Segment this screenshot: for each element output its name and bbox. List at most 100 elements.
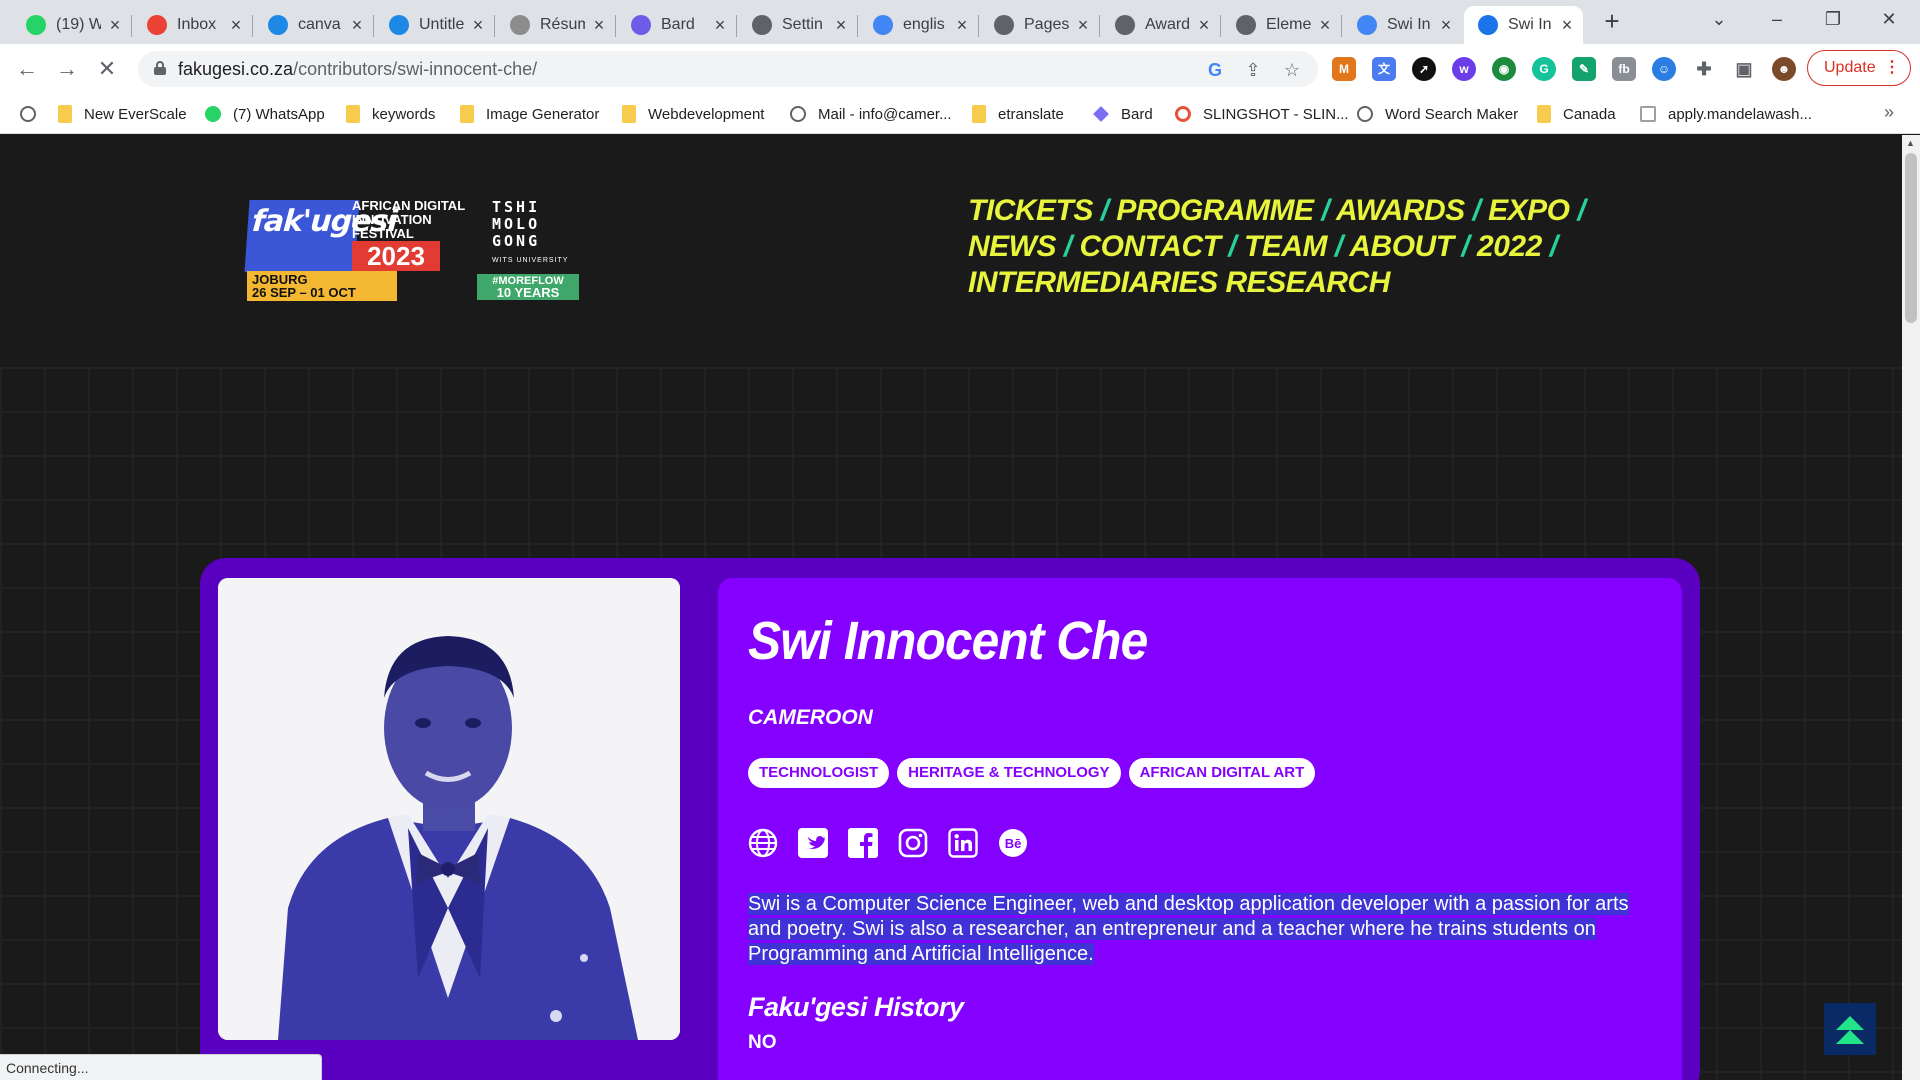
tab[interactable]: Pages × <box>980 6 1099 44</box>
share-icon[interactable]: ⇪ <box>1242 59 1264 81</box>
tab[interactable]: Settin × <box>738 6 857 44</box>
tab-close-icon[interactable]: × <box>833 15 849 36</box>
twitter-icon[interactable] <box>798 828 828 858</box>
tab[interactable]: Résum × <box>496 6 615 44</box>
tab-close-icon[interactable]: × <box>1075 15 1091 36</box>
google-lens-icon[interactable]: G <box>1204 59 1226 81</box>
metamask-extension-icon[interactable]: M <box>1332 57 1356 81</box>
tab-close-icon[interactable]: × <box>591 15 607 36</box>
category-tag[interactable]: AFRICAN DIGITAL ART <box>1128 758 1316 788</box>
tab-close-icon[interactable]: × <box>1559 15 1575 36</box>
tab-close-icon[interactable]: × <box>712 15 728 36</box>
tab[interactable]: Swi In × <box>1343 6 1462 44</box>
tab-close-icon[interactable]: × <box>107 15 123 36</box>
tab-close-icon[interactable]: × <box>349 15 365 36</box>
browser-toolbar: ← → ✕ fakugesi.co.za/contributors/swi-in… <box>0 44 1920 94</box>
bookmark-item[interactable]: Webdevelopment <box>622 102 764 126</box>
social-links: Bē <box>748 828 1028 858</box>
tab-active[interactable]: Swi In × <box>1464 6 1583 44</box>
nav-link-awards[interactable]: AWARDS <box>1336 194 1465 227</box>
lock-icon[interactable] <box>154 61 166 75</box>
tab-close-icon[interactable]: × <box>228 15 244 36</box>
close-window-button[interactable]: ✕ <box>1864 0 1914 40</box>
category-tag[interactable]: HERITAGE & TECHNOLOGY <box>897 758 1121 788</box>
history-label: Faku'gesi History <box>748 992 964 1022</box>
stop-loading-button[interactable]: ✕ <box>92 54 122 84</box>
bookmark-item[interactable]: Word Search Maker <box>1357 102 1518 126</box>
tab[interactable]: Inbox × <box>133 6 252 44</box>
bookmark-item[interactable]: (7) WhatsApp <box>205 102 325 126</box>
bard-icon <box>1093 106 1109 122</box>
tab-close-icon[interactable]: × <box>470 15 486 36</box>
nav-link-news[interactable]: NEWS <box>968 230 1057 263</box>
nav-link-team[interactable]: TEAM <box>1244 230 1328 263</box>
folder-icon <box>972 105 986 123</box>
tab[interactable]: canva × <box>254 6 373 44</box>
nav-link-2022[interactable]: 2022 <box>1477 230 1542 263</box>
category-tag[interactable]: TECHNOLOGIST <box>748 758 890 788</box>
tab[interactable]: Bard × <box>617 6 736 44</box>
earth-extension-icon[interactable]: ◉ <box>1492 57 1516 81</box>
address-bar[interactable]: fakugesi.co.za/contributors/swi-innocent… <box>138 51 1318 87</box>
url-text[interactable]: fakugesi.co.za/contributors/swi-innocent… <box>178 59 537 80</box>
forward-button[interactable]: → <box>52 54 82 84</box>
bookmark-item[interactable]: keywords <box>346 102 435 126</box>
tab[interactable]: Award × <box>1101 6 1220 44</box>
nav-link-intermediaries-research[interactable]: INTERMEDIARIES RESEARCH <box>968 266 1390 299</box>
nav-link-expo[interactable]: EXPO <box>1488 194 1570 227</box>
tab-title: Award <box>1145 16 1190 33</box>
extensions-puzzle-icon[interactable]: ✚ <box>1692 57 1716 81</box>
tab[interactable]: englis × <box>859 6 978 44</box>
bookmark-item[interactable]: SLINGSHOT - SLIN... <box>1175 102 1349 126</box>
folder-icon <box>58 105 72 123</box>
bookmark-item[interactable]: Image Generator <box>460 102 599 126</box>
nav-link-about[interactable]: ABOUT <box>1349 230 1454 263</box>
behance-icon[interactable]: Bē <box>998 828 1028 858</box>
bookmark-item[interactable]: Mail - info@camer... <box>790 102 952 126</box>
tab[interactable]: Eleme × <box>1222 6 1341 44</box>
bookmarks-overflow-icon[interactable]: » <box>1884 102 1894 123</box>
update-button[interactable]: Update ⋮ <box>1807 50 1911 86</box>
tab-close-icon[interactable]: × <box>1317 15 1333 36</box>
linkedin-icon[interactable] <box>948 828 978 858</box>
bookmark-item[interactable]: Bard <box>1093 102 1153 126</box>
arrow-extension-icon[interactable]: ➚ <box>1412 57 1436 81</box>
scroll-to-top-button[interactable] <box>1824 1003 1876 1055</box>
bot-extension-icon[interactable]: ☺ <box>1652 57 1676 81</box>
fb-extension-icon[interactable]: fb <box>1612 57 1636 81</box>
w-extension-icon[interactable]: w <box>1452 57 1476 81</box>
tab-search-icon[interactable]: ⌄ <box>1694 0 1744 40</box>
maximize-button[interactable]: ❐ <box>1808 0 1858 40</box>
bookmarks-bar: New EverScale (7) WhatsApp keywords Image G… <box>0 94 1920 134</box>
page-scrollbar[interactable]: ▲ <box>1902 135 1920 1080</box>
scroll-up-arrow-icon[interactable]: ▲ <box>1906 138 1915 148</box>
instagram-icon[interactable] <box>898 828 928 858</box>
bookmark-star-icon[interactable]: ☆ <box>1281 59 1303 81</box>
tab[interactable]: Untitle × <box>375 6 494 44</box>
pen-extension-icon[interactable]: ✎ <box>1572 57 1596 81</box>
scrollbar-thumb[interactable] <box>1905 153 1917 323</box>
new-tab-button[interactable]: + <box>1597 6 1627 36</box>
tab-close-icon[interactable]: × <box>1438 15 1454 36</box>
tab-close-icon[interactable]: × <box>954 15 970 36</box>
bookmark-item[interactable]: etranslate <box>972 102 1064 126</box>
tab-close-icon[interactable]: × <box>1196 15 1212 36</box>
bookmark-item[interactable] <box>20 102 48 126</box>
bookmark-item[interactable]: New EverScale <box>58 102 187 126</box>
tab[interactable]: (19) W × <box>12 6 131 44</box>
bookmark-item[interactable]: Canada <box>1537 102 1616 126</box>
grammarly-extension-icon[interactable]: G <box>1532 57 1556 81</box>
minimize-button[interactable]: – <box>1752 0 1802 40</box>
bookmark-label: Word Search Maker <box>1385 105 1519 123</box>
website-icon[interactable] <box>748 828 778 858</box>
translate-extension-icon[interactable]: 文 <box>1372 57 1396 81</box>
profile-avatar[interactable]: ☻ <box>1772 57 1796 81</box>
nav-link-contact[interactable]: CONTACT <box>1080 230 1221 263</box>
side-panel-icon[interactable]: ▣ <box>1732 57 1756 81</box>
url-path: /contributors/swi-innocent-che/ <box>293 59 538 79</box>
nav-link-tickets[interactable]: TICKETS <box>968 194 1093 227</box>
bookmark-item[interactable]: apply.mandelawash... <box>1640 102 1812 126</box>
back-button[interactable]: ← <box>12 54 42 84</box>
facebook-icon[interactable] <box>848 828 878 858</box>
nav-link-programme[interactable]: PROGRAMME <box>1116 194 1314 227</box>
